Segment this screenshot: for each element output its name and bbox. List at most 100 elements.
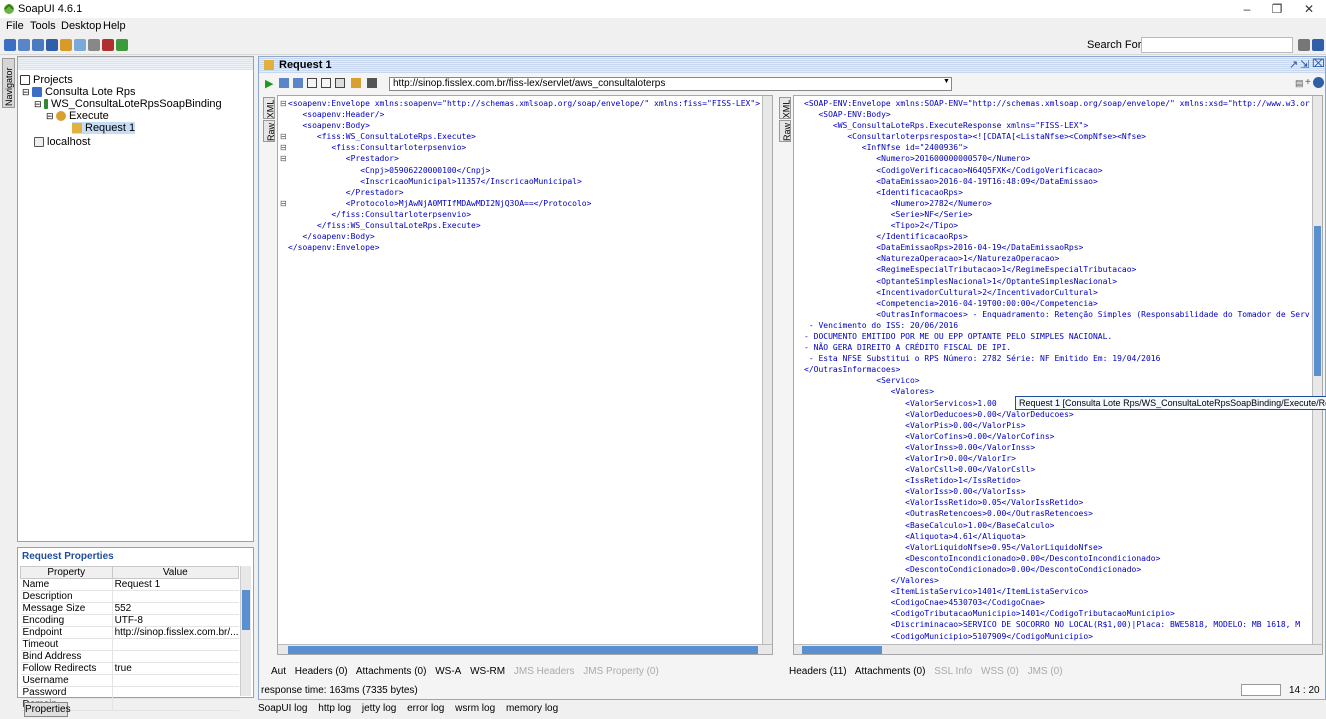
help-icon[interactable] [116,39,128,51]
tab-memory-log[interactable]: memory log [506,703,558,714]
tab-jetty-log[interactable]: jetty log [362,703,396,714]
prop-value[interactable]: http://sinop.fisslex.com.br/... [112,626,239,639]
prop-value[interactable] [112,686,239,699]
response-editor[interactable]: <SOAP-ENV:Envelope xmlns:SOAP-ENV="http:… [793,95,1323,655]
table-row[interactable]: Endpoint http://sinop.fisslex.com.br/... [20,626,239,639]
navigator-tab[interactable]: Navigator [2,58,15,108]
scroll-thumb[interactable] [802,646,882,654]
tab-wsrm-log[interactable]: wsrm log [455,703,495,714]
search-go-icon[interactable] [1298,39,1310,51]
add-icon[interactable]: + [1305,77,1311,88]
tab-response-xml[interactable]: XML [779,97,791,119]
table-row[interactable]: Password [20,686,239,699]
prop-value[interactable]: true [112,662,239,675]
tree-item-operation[interactable]: ⊟ Execute [46,110,109,122]
tab-ssl-info[interactable]: SSL Info [934,666,972,677]
tab-request-xml[interactable]: XML [263,97,275,119]
properties-button[interactable]: Properties [24,702,71,717]
maximize-button[interactable]: ❐ [1262,0,1292,18]
menu-desktop[interactable]: Desktop [61,20,101,32]
ws-icon[interactable] [351,78,361,88]
tree-item-mock[interactable]: localhost [34,136,90,148]
request-vscrollbar[interactable] [762,96,772,644]
trial-icon[interactable] [60,39,72,51]
tab-auth[interactable]: Aut [271,666,286,677]
tab-headers[interactable]: Headers (0) [295,666,348,677]
split-view-icon[interactable]: ▤ [1295,78,1304,89]
clone-request-icon[interactable] [321,78,331,88]
response-hscrollbar[interactable] [794,644,1322,654]
menu-tools[interactable]: Tools [30,20,56,32]
menu-file[interactable]: File [6,20,24,32]
prop-value[interactable]: Request 1 [112,578,239,591]
request-hscrollbar[interactable] [278,644,772,654]
endpoint-url-select[interactable]: http://sinop.fisslex.com.br/fiss-lex/ser… [389,77,952,91]
help-icon[interactable] [1313,77,1324,88]
table-row[interactable]: Description [20,590,239,603]
preferences-icon[interactable] [88,39,100,51]
prop-value[interactable] [112,698,239,711]
prop-value[interactable] [112,638,239,651]
import-project-icon[interactable] [18,39,30,51]
cancel-request-icon[interactable] [293,78,303,88]
scroll-thumb[interactable] [288,646,758,654]
refresh-icon[interactable] [74,39,86,51]
tab-ws-rm[interactable]: WS-RM [470,666,505,677]
table-row[interactable]: Timeout [20,638,239,651]
maximize-icon[interactable]: ⇲ [1300,58,1309,71]
tab-response-attachments[interactable]: Attachments (0) [855,666,926,677]
stop-icon[interactable] [367,78,377,88]
chevron-down-icon[interactable]: ▼ [943,78,952,90]
request-editor[interactable]: ⊟ ⊟ ⊟ ⊟ ⊟ <soapenv:Envelope xmlns:soapen… [277,95,773,655]
request-xml-code[interactable]: <soapenv:Envelope xmlns:soapenv="http://… [288,98,760,253]
table-row[interactable]: Encoding UTF-8 [20,614,239,627]
save-all-icon[interactable] [32,39,44,51]
add-endpoint-icon[interactable] [279,78,289,88]
close-icon[interactable]: ⌧ [1312,57,1325,70]
prop-value[interactable] [112,674,239,687]
menu-help[interactable]: Help [103,20,126,32]
tab-jms-headers[interactable]: JMS Headers [514,666,575,677]
forum-icon[interactable] [46,39,58,51]
tree-item-project[interactable]: ⊟ Consulta Lote Rps [22,86,136,98]
prop-value[interactable] [112,590,239,603]
table-row[interactable]: Name Request 1 [20,578,239,591]
prop-value[interactable]: UTF-8 [112,614,239,627]
prop-value[interactable] [112,650,239,663]
tab-response-headers[interactable]: Headers (11) [789,666,847,677]
tree-item-request-selected[interactable]: Request 1 [72,122,136,134]
submit-request-icon[interactable]: ▶ [265,77,273,90]
tree-item-projects[interactable]: Projects [20,74,73,86]
close-button[interactable]: ✕ [1294,0,1324,18]
tab-request-raw[interactable]: Raw [263,120,276,142]
table-row[interactable]: Message Size 552 [20,602,239,615]
detach-icon[interactable]: ↗ [1289,58,1298,71]
col-header-property[interactable]: Property [20,566,113,579]
new-project-icon[interactable] [4,39,16,51]
table-row[interactable]: Follow Redirects true [20,662,239,675]
col-header-value[interactable]: Value [111,566,240,579]
tab-response-raw[interactable]: Raw [779,120,792,142]
proxy-icon[interactable] [102,39,114,51]
search-forum-input[interactable] [1141,37,1293,53]
tab-http-log[interactable]: http log [318,703,351,714]
help-circle-icon[interactable] [1312,39,1324,51]
table-row[interactable]: Username [20,674,239,687]
tree-item-interface[interactable]: ⊟ WS_ConsultaLoteRpsSoapBinding [34,98,222,110]
tab-wss[interactable]: WSS (0) [981,666,1019,677]
tab-attachments[interactable]: Attachments (0) [356,666,427,677]
properties-scrollbar[interactable] [240,566,251,696]
response-vscrollbar[interactable] [1312,96,1322,644]
create-empty-request-icon[interactable] [307,78,317,88]
tab-jms-property[interactable]: JMS Property (0) [583,666,659,677]
recreate-request-icon[interactable] [335,78,345,88]
prop-value[interactable]: 552 [112,602,239,615]
minimize-button[interactable]: – [1232,0,1262,18]
fold-markers[interactable]: ⊟ ⊟ ⊟ ⊟ ⊟ [280,98,287,209]
tab-error-log[interactable]: error log [407,703,444,714]
tab-ws-a[interactable]: WS-A [435,666,461,677]
scroll-thumb[interactable] [1314,226,1321,376]
scroll-thumb[interactable] [242,590,250,630]
tab-jms[interactable]: JMS (0) [1028,666,1063,677]
table-row[interactable]: Bind Address [20,650,239,663]
